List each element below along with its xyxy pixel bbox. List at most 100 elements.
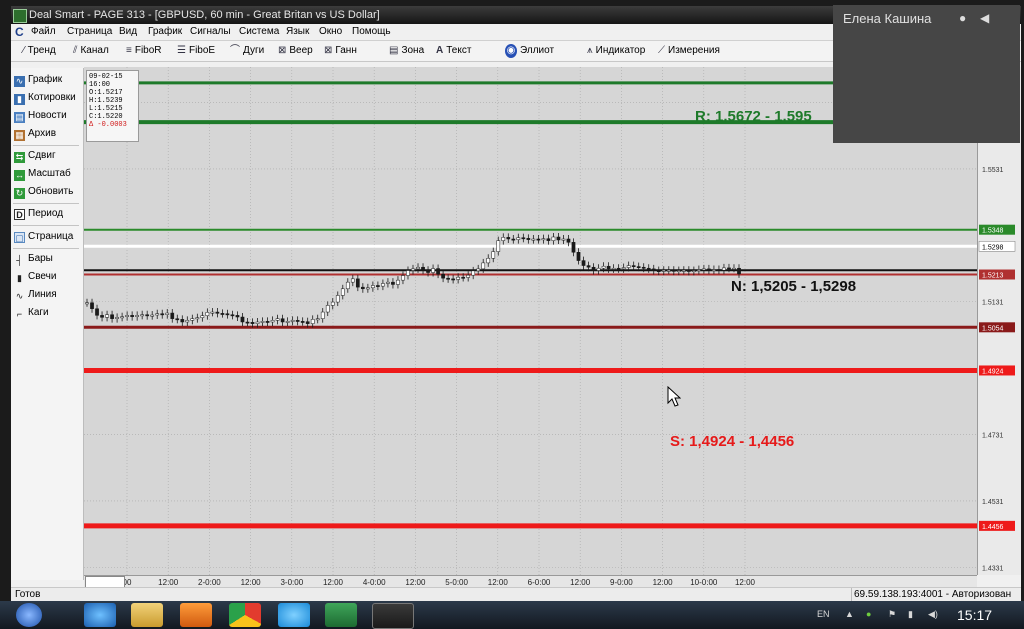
tool-arcs[interactable]: ⌒ Дуги [230,44,264,58]
menu-page[interactable]: Страница [67,26,112,37]
news-icon: ▤ [14,112,25,123]
network-tray-icon[interactable]: ● [866,609,871,619]
media-player-icon[interactable] [180,603,212,627]
candle-body [280,318,285,323]
tool-channel[interactable]: ⫽ Канал [73,44,109,58]
candle-body [95,308,99,316]
volume-tray-icon[interactable]: ◀) [928,609,938,620]
sidebar-item-period[interactable]: D Период [14,206,63,222]
tool-zone[interactable]: ▤ Зона [389,44,424,58]
clock[interactable]: 15:17 [957,607,992,623]
sidebar-item-bars[interactable]: ┤ Бары [14,251,53,267]
candle-body [702,268,706,271]
sidebar-item-candles[interactable]: ▮ Свечи [14,269,56,285]
time-tick-label: 12:00 [488,578,509,587]
menu-window[interactable]: Окно [319,26,342,37]
sidebar-item-quotes[interactable]: ▮ Котировки [14,90,76,106]
menu-view[interactable]: Вид [119,26,137,37]
candle-body [396,279,400,285]
menu-help[interactable]: Помощь [352,26,391,37]
sidebar-divider [13,248,79,249]
candle-body [165,312,170,315]
candle-body [350,278,355,283]
menu-file[interactable]: Файл [31,26,56,37]
candle-body [526,238,531,240]
menu-system[interactable]: Система [239,26,279,37]
tool-elliott[interactable]: ◉ Эллиот [505,44,554,58]
candle-body [255,321,260,324]
explorer-icon[interactable] [131,603,163,627]
candle-body [451,278,455,281]
candle-body [145,314,150,317]
sidebar-item-line[interactable]: ∿ Линия [14,287,57,303]
pin-icon[interactable]: ● [959,11,966,25]
chrome-icon[interactable] [229,603,261,627]
tool-trend[interactable]: ⁄ Тренд [23,44,56,58]
app-icon [13,9,27,23]
sidebar-item-news[interactable]: ▤ Новости [14,108,67,124]
menu-language[interactable]: Язык [286,26,309,37]
price-level-label: 1.5054 [982,325,1004,332]
tool-indicator[interactable]: ⩚ Индикатор [587,44,645,58]
sidebar-item-shift[interactable]: ⇆ Сдвиг [14,148,56,164]
tool-measure[interactable]: ⟋ Измерения [658,44,720,58]
sidebar-item-archive[interactable]: ▦ Архив [14,126,56,142]
candle-body [330,301,335,306]
menu-chart[interactable]: График [148,26,182,37]
candle-body [732,267,736,270]
video-call-panel[interactable]: Елена Кашина ● ◀ [833,5,1020,143]
price-axis[interactable]: 1.57311.55311.51311.47311.45311.43311.56… [977,67,1021,575]
candle-body [471,270,476,276]
dealsmart-icon[interactable] [372,603,414,629]
skype-icon[interactable] [278,603,310,627]
candle-body [661,269,666,272]
candle-body [190,318,195,321]
refresh-icon: ↻ [14,188,25,199]
candle-body [220,313,225,315]
candle-body [441,273,445,279]
candle-body [230,314,235,317]
sidebar-item-page[interactable]: ▢ Страница [14,229,73,245]
price-axis-canvas: 1.57311.55311.51311.47311.45311.43311.56… [978,101,1016,572]
tool-fan[interactable]: ⊠ Веер [278,44,313,58]
price-level-label: 1.5348 [982,228,1004,235]
candle-body [556,236,561,241]
ie-icon[interactable] [84,603,116,627]
quotes-icon: ▮ [14,94,25,105]
tool-text[interactable]: A Текст [436,44,471,58]
time-tick-label: 12:00 [241,578,262,587]
sidebar-item-scale[interactable]: ↔ Масштаб [14,166,71,182]
candle-body [681,269,686,272]
menu-signals[interactable]: Сигналы [190,26,231,37]
candle-body [591,266,596,271]
sidebar-item-kagi[interactable]: ⌐ Каги [14,305,49,321]
speaker-icon[interactable]: ◀ [980,11,989,25]
tool-fiboe[interactable]: ☰ FiboE [177,44,215,58]
start-button[interactable] [16,603,42,627]
logo-icon[interactable]: C [15,25,24,39]
show-hidden-icons[interactable]: ▲ [845,609,854,619]
candle-body [170,312,175,319]
time-tick-label: 10-0:00 [690,578,718,587]
language-indicator[interactable]: EN [817,609,830,619]
sidebar-item-chart[interactable]: ∿ График [14,72,62,88]
candle-body [210,311,215,314]
candle-body [707,268,711,271]
excel-icon[interactable] [325,603,357,627]
bars-icon: ┤ [16,255,23,265]
ohlc-open: O:1.5217 [89,89,123,97]
candle-body [686,269,691,272]
flag-tray-icon[interactable]: ⚑ [888,609,896,620]
battery-tray-icon[interactable]: ▮ [908,609,913,620]
candle-body [737,267,741,275]
sidebar-item-refresh[interactable]: ↻ Обновить [14,184,73,200]
tool-fibor[interactable]: ≡ FiboR [126,44,162,58]
candle-body [250,322,255,324]
candle-body [436,268,440,275]
candle-body [90,302,94,309]
chart-canvas[interactable] [84,67,977,575]
candle-body [376,285,380,287]
price-chart[interactable] [84,67,977,575]
tool-gann[interactable]: ⊠ Ганн [324,44,357,58]
grid [84,67,977,575]
